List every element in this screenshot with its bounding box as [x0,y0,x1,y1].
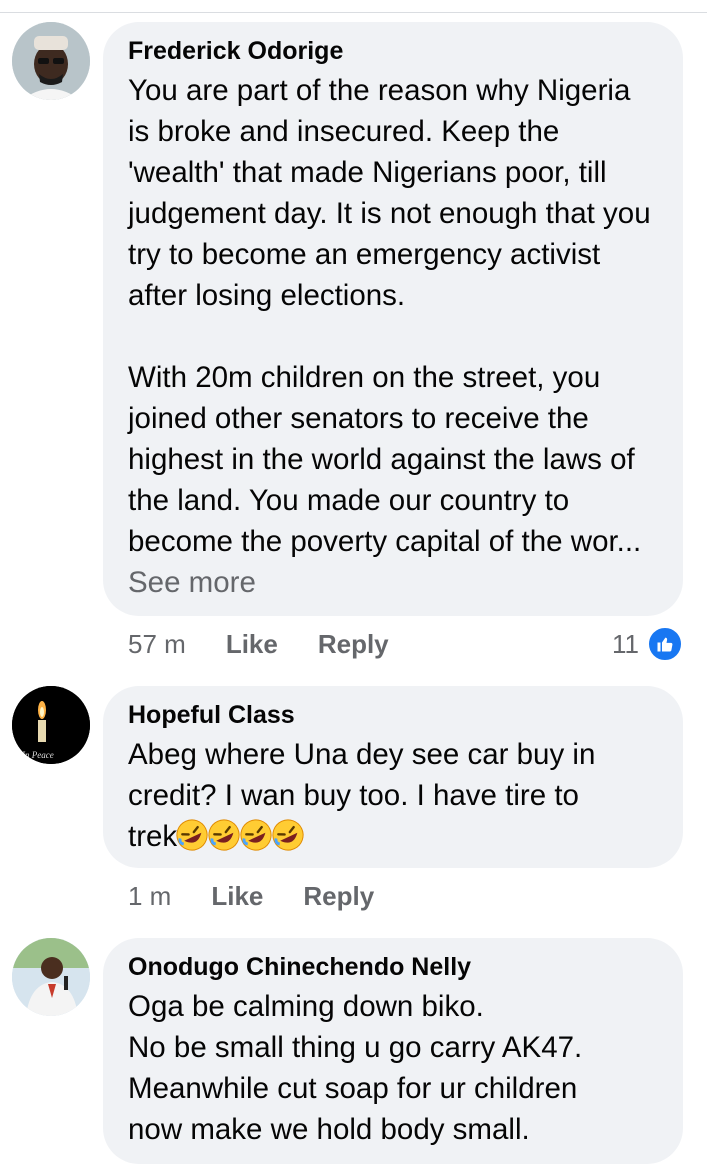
avatar-photo-icon [12,938,90,1016]
comment-bubble: Hopeful Class Abeg where Una dey see car… [103,686,683,868]
comment-actions: 1 m Like Reply [128,876,414,916]
reply-button[interactable]: Reply [303,881,374,912]
thumbs-up-icon [647,626,683,662]
comment-bubble: Frederick Odorige You are part of the re… [103,22,683,616]
comment-author[interactable]: Frederick Odorige [128,36,659,66]
reaction-summary[interactable]: 11 [612,624,683,664]
avatar[interactable]: In Peace [12,686,90,764]
comment-author[interactable]: Hopeful Class [128,700,659,730]
comment-text: Abeg where Una dey see car buy in credit… [128,734,659,857]
comment-timestamp[interactable]: 1 m [128,881,171,912]
avatar[interactable] [12,938,90,1016]
rolling-on-floor-laughing-emoji [208,819,240,851]
avatar[interactable] [12,22,90,100]
like-button[interactable]: Like [226,629,278,660]
comment-line: Abeg where Una dey see car buy in [128,738,596,771]
comment-text: Oga be calming down biko. No be small th… [128,990,583,1146]
comment-author[interactable]: Onodugo Chinechendo Nelly [128,952,659,982]
rolling-on-floor-laughing-emoji [176,819,208,851]
comment-bubble: Onodugo Chinechendo Nelly Oga be calming… [103,938,683,1164]
reaction-count: 11 [612,628,639,659]
candle-icon: In Peace [12,686,90,764]
comment-text: You are part of the reason why Nigeria i… [128,70,659,603]
comment-line: trek [128,820,178,853]
reply-button[interactable]: Reply [318,629,389,660]
comment-body: You are part of the reason why Nigeria i… [128,74,651,558]
rolling-on-floor-laughing-emoji [272,819,304,851]
like-button[interactable]: Like [211,881,263,912]
avatar-caption: In Peace [21,750,54,760]
comment-line: credit? I wan buy too. I have tire to [128,779,579,812]
avatar-photo-icon [12,22,90,100]
top-divider [0,12,707,13]
rolling-on-floor-laughing-emoji [240,819,272,851]
comment-timestamp[interactable]: 57 m [128,629,186,660]
see-more-link[interactable]: See more [128,566,256,599]
comment-actions: 57 m Like Reply [128,624,429,664]
